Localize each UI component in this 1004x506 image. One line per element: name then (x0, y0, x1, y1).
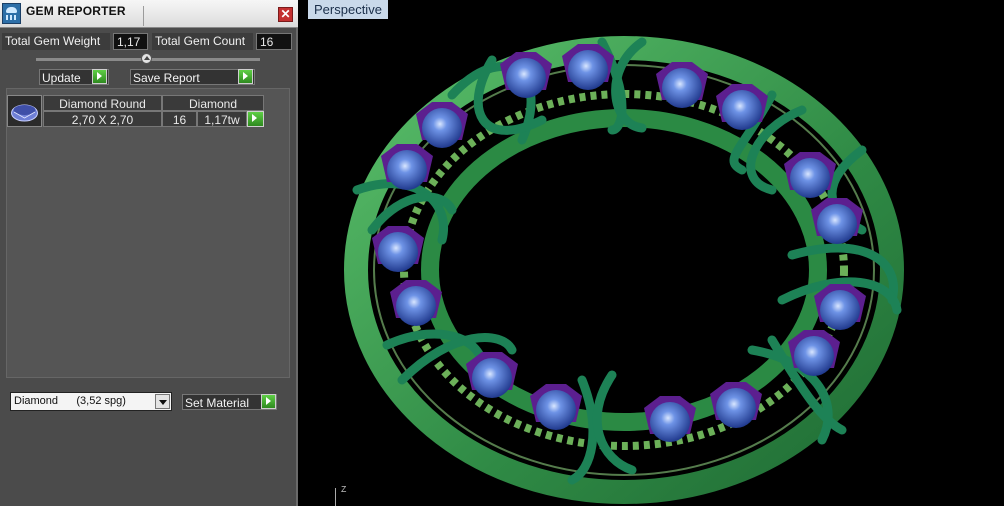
material-select-value: Diamond (3,52 spg) (14, 395, 126, 407)
save-report-label: Save Report (133, 71, 200, 85)
z-axis-label: Z (341, 485, 347, 495)
total-gem-count-label: Total Gem Count (152, 33, 253, 50)
gem-list (6, 88, 290, 378)
total-gem-weight-value: 1,17 (113, 33, 148, 50)
total-gem-count-value: 16 (256, 33, 292, 50)
panel-titlebar[interactable]: GEM REPORTER ✕ (0, 0, 298, 28)
gem-size-cell: 2,70 X 2,70 (43, 111, 162, 127)
ring-render (344, 36, 904, 504)
perspective-viewport[interactable]: Perspective Z (302, 0, 1004, 506)
round-gem-icon (11, 104, 38, 122)
set-material-label: Set Material (185, 396, 250, 410)
z-axis-line (335, 488, 336, 506)
gem-thumbnail[interactable] (7, 95, 42, 127)
total-gem-weight-label: Total Gem Weight (2, 33, 110, 50)
gem-shape-cell: Diamond Round (43, 95, 162, 111)
gem-count-cell: 16 (162, 111, 197, 127)
gem-reporter-panel: GEM REPORTER ✕ Total Gem Weight 1,17 Tot… (0, 0, 298, 506)
close-icon[interactable]: ✕ (280, 7, 290, 21)
gem-reporter-app-icon (2, 3, 21, 24)
chevron-down-icon[interactable] (155, 394, 170, 409)
titlebar-divider (143, 6, 144, 26)
save-report-button[interactable]: Save Report (130, 69, 255, 85)
gem-weight-cell: 1,17tw (197, 111, 247, 127)
close-button[interactable]: ✕ (278, 7, 293, 22)
panel-title: GEM REPORTER (26, 4, 126, 18)
play-arrow-icon[interactable] (247, 111, 264, 127)
play-arrow-icon[interactable] (261, 394, 276, 409)
slider-handle-icon[interactable] (141, 53, 152, 64)
gem-material-cell: Diamond (162, 95, 264, 111)
material-select[interactable]: Diamond (3,52 spg) (10, 392, 172, 411)
update-label: Update (42, 71, 81, 85)
play-arrow-icon[interactable] (238, 69, 253, 84)
play-arrow-icon[interactable] (92, 69, 107, 84)
